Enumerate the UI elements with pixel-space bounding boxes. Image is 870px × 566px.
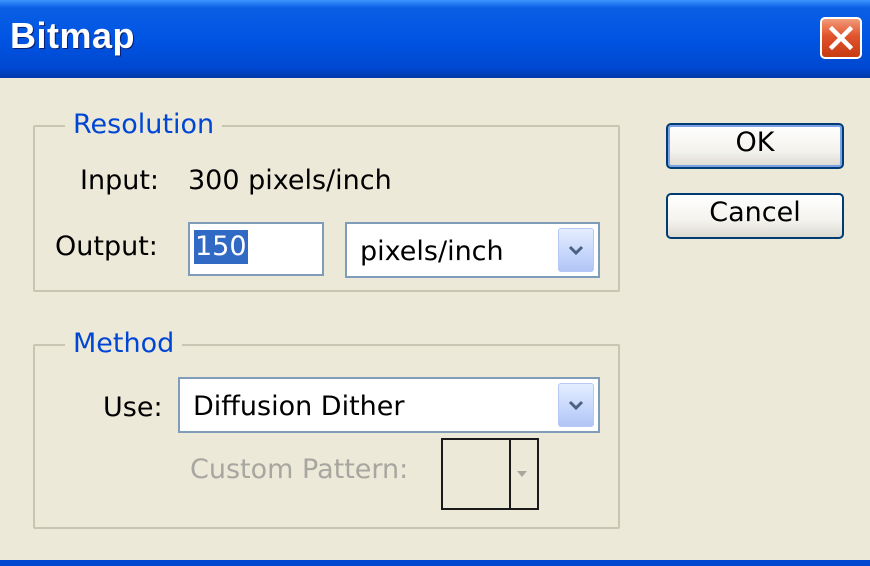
output-resolution-input[interactable]: 150 xyxy=(188,222,324,276)
cancel-button[interactable]: Cancel xyxy=(666,193,844,239)
caret-down-icon xyxy=(517,471,527,477)
output-resolution-value: 150 xyxy=(194,230,248,264)
close-button[interactable] xyxy=(820,17,862,59)
input-value: 300 pixels/inch xyxy=(188,165,392,196)
close-icon xyxy=(829,26,853,50)
custom-pattern-divider xyxy=(509,440,511,508)
method-use-dropdown-button[interactable] xyxy=(558,383,594,427)
output-unit-select[interactable]: pixels/inch xyxy=(345,222,600,278)
method-use-select[interactable]: Diffusion Dither xyxy=(178,377,600,433)
input-label: Input: xyxy=(80,165,160,196)
custom-pattern-label: Custom Pattern: xyxy=(190,454,409,485)
use-label: Use: xyxy=(103,392,163,423)
custom-pattern-picker[interactable] xyxy=(441,438,539,510)
resolution-legend: Resolution xyxy=(65,107,223,143)
method-legend: Method xyxy=(65,326,183,362)
output-unit-value: pixels/inch xyxy=(360,236,504,267)
ok-button[interactable]: OK xyxy=(666,123,844,169)
window-title: Bitmap xyxy=(10,15,136,56)
title-bar[interactable]: Bitmap xyxy=(0,0,870,78)
method-use-value: Diffusion Dither xyxy=(193,391,405,422)
chevron-down-icon xyxy=(568,245,584,256)
window-bottom-border xyxy=(0,560,870,566)
output-label: Output: xyxy=(55,231,158,262)
output-unit-dropdown-button[interactable] xyxy=(558,228,594,272)
chevron-down-icon xyxy=(568,400,584,411)
